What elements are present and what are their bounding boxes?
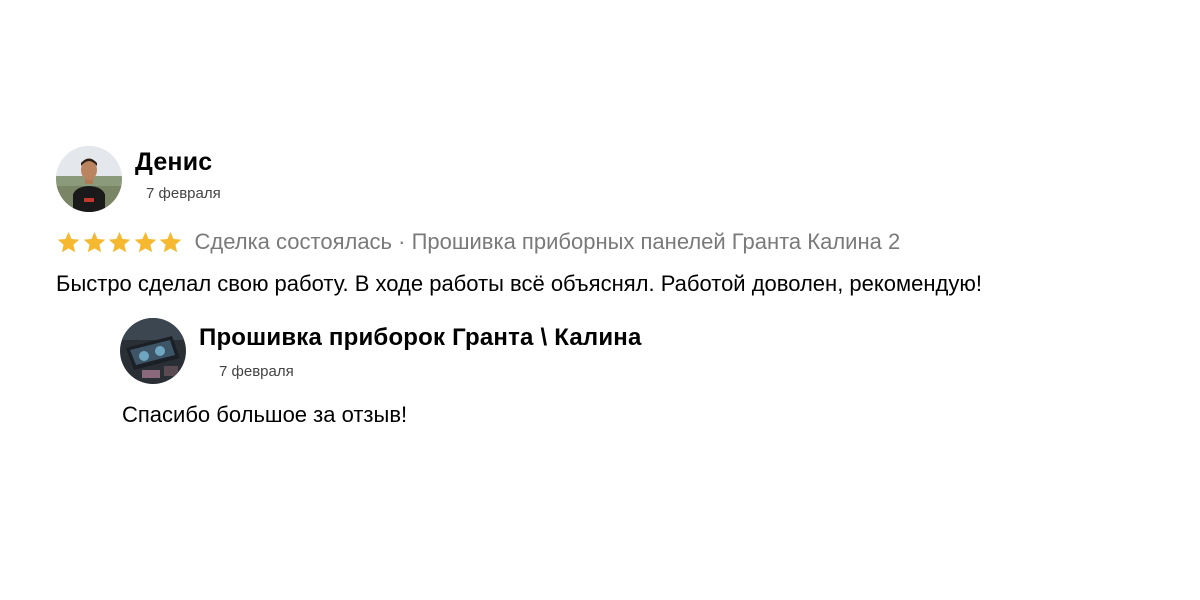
seller-name[interactable]: Прошивка приборок Гранта \ Калина	[199, 322, 642, 354]
star-icon	[159, 231, 182, 252]
rating-row: Сделка состоялась · Прошивка приборных п…	[56, 227, 1156, 257]
reviewer-avatar[interactable]	[56, 146, 122, 212]
reply-date: 7 февраля	[219, 363, 294, 380]
reviewer-name[interactable]: Денис	[135, 146, 221, 178]
review-text: Быстро сделал свою работу. В ходе работы…	[56, 271, 982, 296]
seller-reply: Прошивка приборок Гранта \ Калина 7 февр…	[120, 318, 1120, 430]
review-page: Денис 7 февраля Сделка состоялась · Прош…	[0, 0, 1200, 600]
star-icon	[134, 231, 156, 252]
reply-header: Прошивка приборок Гранта \ Калина 7 февр…	[120, 318, 1120, 384]
review-header: Денис 7 февраля	[56, 146, 1156, 212]
reviewer-info: Денис 7 февраля	[135, 146, 221, 203]
star-rating	[56, 230, 184, 255]
seller-photo-avatar-icon	[120, 318, 186, 384]
deal-status: Сделка состоялась · Прошивка приборных п…	[194, 229, 901, 254]
review-date: 7 февраля	[146, 185, 221, 202]
seller-info: Прошивка приборок Гранта \ Калина 7 февр…	[199, 318, 642, 381]
seller-avatar[interactable]	[120, 318, 186, 384]
star-icon	[108, 231, 131, 252]
user-photo-avatar-icon	[56, 146, 122, 212]
star-icon	[57, 231, 80, 252]
star-icon	[83, 231, 105, 252]
review-card: Денис 7 февраля Сделка состоялась · Прош…	[56, 146, 1156, 299]
reply-text: Спасибо большое за отзыв!	[122, 402, 408, 427]
